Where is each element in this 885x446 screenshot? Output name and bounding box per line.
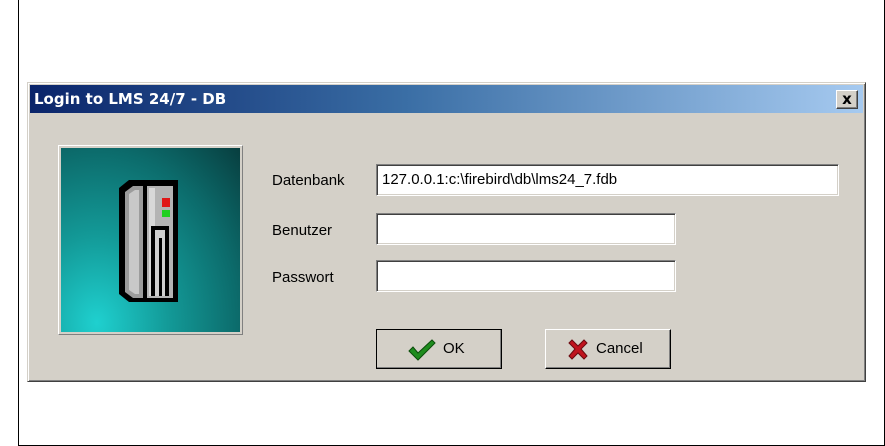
dialog-title: Login to LMS 24/7 - DB xyxy=(34,90,227,108)
ok-button-focus xyxy=(376,329,502,369)
server-icon xyxy=(119,180,178,302)
database-picture xyxy=(61,148,240,332)
login-dialog: Login to LMS 24/7 - DB x Datenbank 127.0… xyxy=(27,82,866,382)
ok-label: OK xyxy=(443,340,465,357)
database-label: Datenbank xyxy=(272,172,345,189)
database-picture-frame xyxy=(58,145,243,335)
checkmark-icon xyxy=(408,339,436,361)
close-button[interactable]: x xyxy=(836,90,858,109)
database-input[interactable]: 127.0.0.1:c:\firebird\db\lms24_7.fdb xyxy=(376,164,839,196)
database-value: 127.0.0.1:c:\firebird\db\lms24_7.fdb xyxy=(382,171,618,188)
user-input[interactable] xyxy=(376,213,676,245)
cancel-label: Cancel xyxy=(596,340,643,357)
cross-icon xyxy=(568,339,588,360)
password-input[interactable] xyxy=(376,260,676,292)
cancel-button[interactable]: Cancel xyxy=(545,329,671,369)
ok-button[interactable]: OK xyxy=(376,329,502,369)
close-icon: x xyxy=(842,90,852,108)
password-label: Passwort xyxy=(272,269,334,286)
user-label: Benutzer xyxy=(272,222,333,239)
title-bar[interactable]: Login to LMS 24/7 - DB x xyxy=(30,85,863,113)
